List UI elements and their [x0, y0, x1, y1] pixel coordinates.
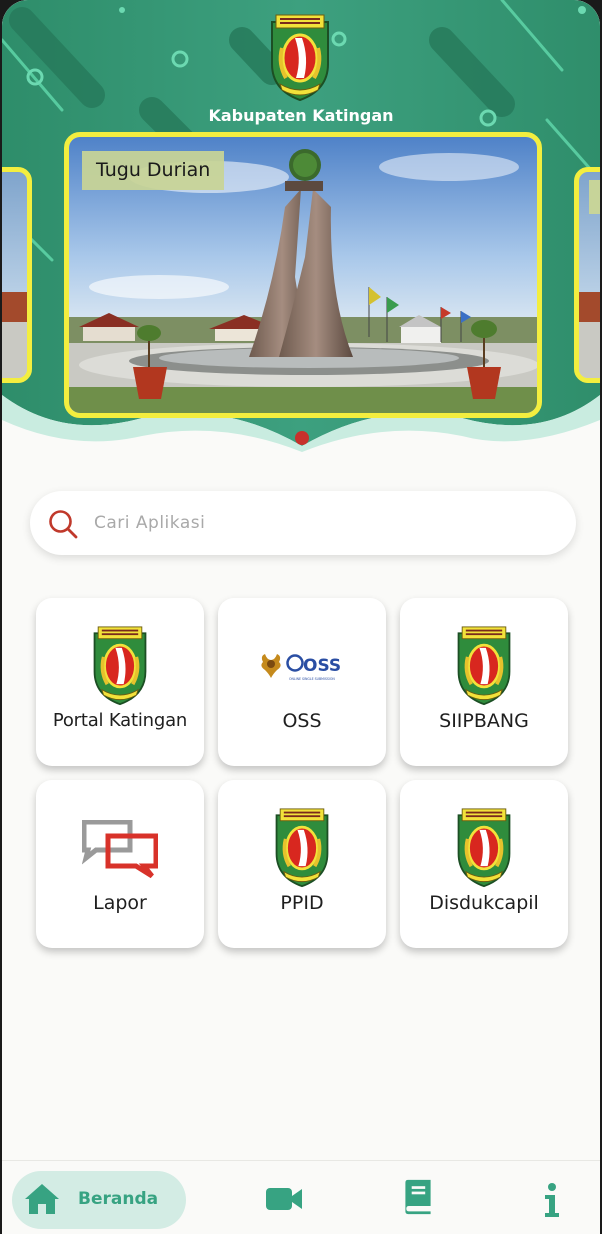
app-tile-siipbang[interactable]: SIIPBANG [400, 598, 568, 766]
katingan-emblem-icon [456, 808, 512, 888]
app-label: Lapor [93, 892, 147, 914]
app-label: OSS [282, 710, 322, 732]
app-label: PPID [280, 892, 324, 914]
svg-text:OSS: OSS [303, 656, 341, 676]
info-icon[interactable] [532, 1183, 572, 1219]
svg-text:ONLINE SINGLE SUBMISSION: ONLINE SINGLE SUBMISSION [289, 677, 335, 681]
app-tile-oss[interactable]: OSS ONLINE SINGLE SUBMISSION OSS [218, 598, 386, 766]
book-icon[interactable] [398, 1179, 438, 1215]
region-title: Kabupaten Katingan [208, 106, 394, 125]
app-label: Disdukcapil [429, 892, 539, 914]
app-tile-portal-katingan[interactable]: Portal Katingan [36, 598, 204, 766]
chat-bubbles-icon [82, 820, 158, 879]
nav-item-beranda[interactable]: Beranda [12, 1171, 186, 1229]
header-banner: Kabupaten Katingan Tugu Durian [2, 0, 600, 452]
app-tile-disdukcapil[interactable]: Disdukcapil [400, 780, 568, 948]
banner-slide[interactable]: Tugu Durian [64, 132, 542, 418]
oss-logo-icon: OSS ONLINE SINGLE SUBMISSION [261, 654, 341, 681]
katingan-emblem-icon [270, 14, 330, 102]
search-bar[interactable] [30, 491, 576, 555]
previous-slide[interactable] [2, 167, 32, 383]
app-label: SIIPBANG [439, 710, 529, 732]
search-icon [49, 510, 78, 539]
katingan-emblem-icon [92, 626, 148, 706]
bottom-navigation: Beranda [2, 1160, 600, 1234]
nav-label: Beranda [78, 1189, 159, 1209]
video-camera-icon[interactable] [264, 1181, 304, 1217]
app-tile-lapor[interactable]: Lapor [36, 780, 204, 948]
katingan-emblem-icon [274, 808, 330, 888]
katingan-emblem-icon [456, 626, 512, 706]
search-input[interactable] [94, 503, 554, 543]
home-icon [25, 1184, 59, 1214]
next-slide[interactable] [574, 167, 600, 383]
slide-caption: Tugu Durian [82, 151, 225, 190]
app-label: Portal Katingan [52, 710, 188, 731]
app-tile-ppid[interactable]: PPID [218, 780, 386, 948]
slide-indicator-dot[interactable] [295, 431, 309, 445]
app-screen: Kabupaten Katingan Tugu Durian Cari Apli… [2, 0, 600, 1234]
